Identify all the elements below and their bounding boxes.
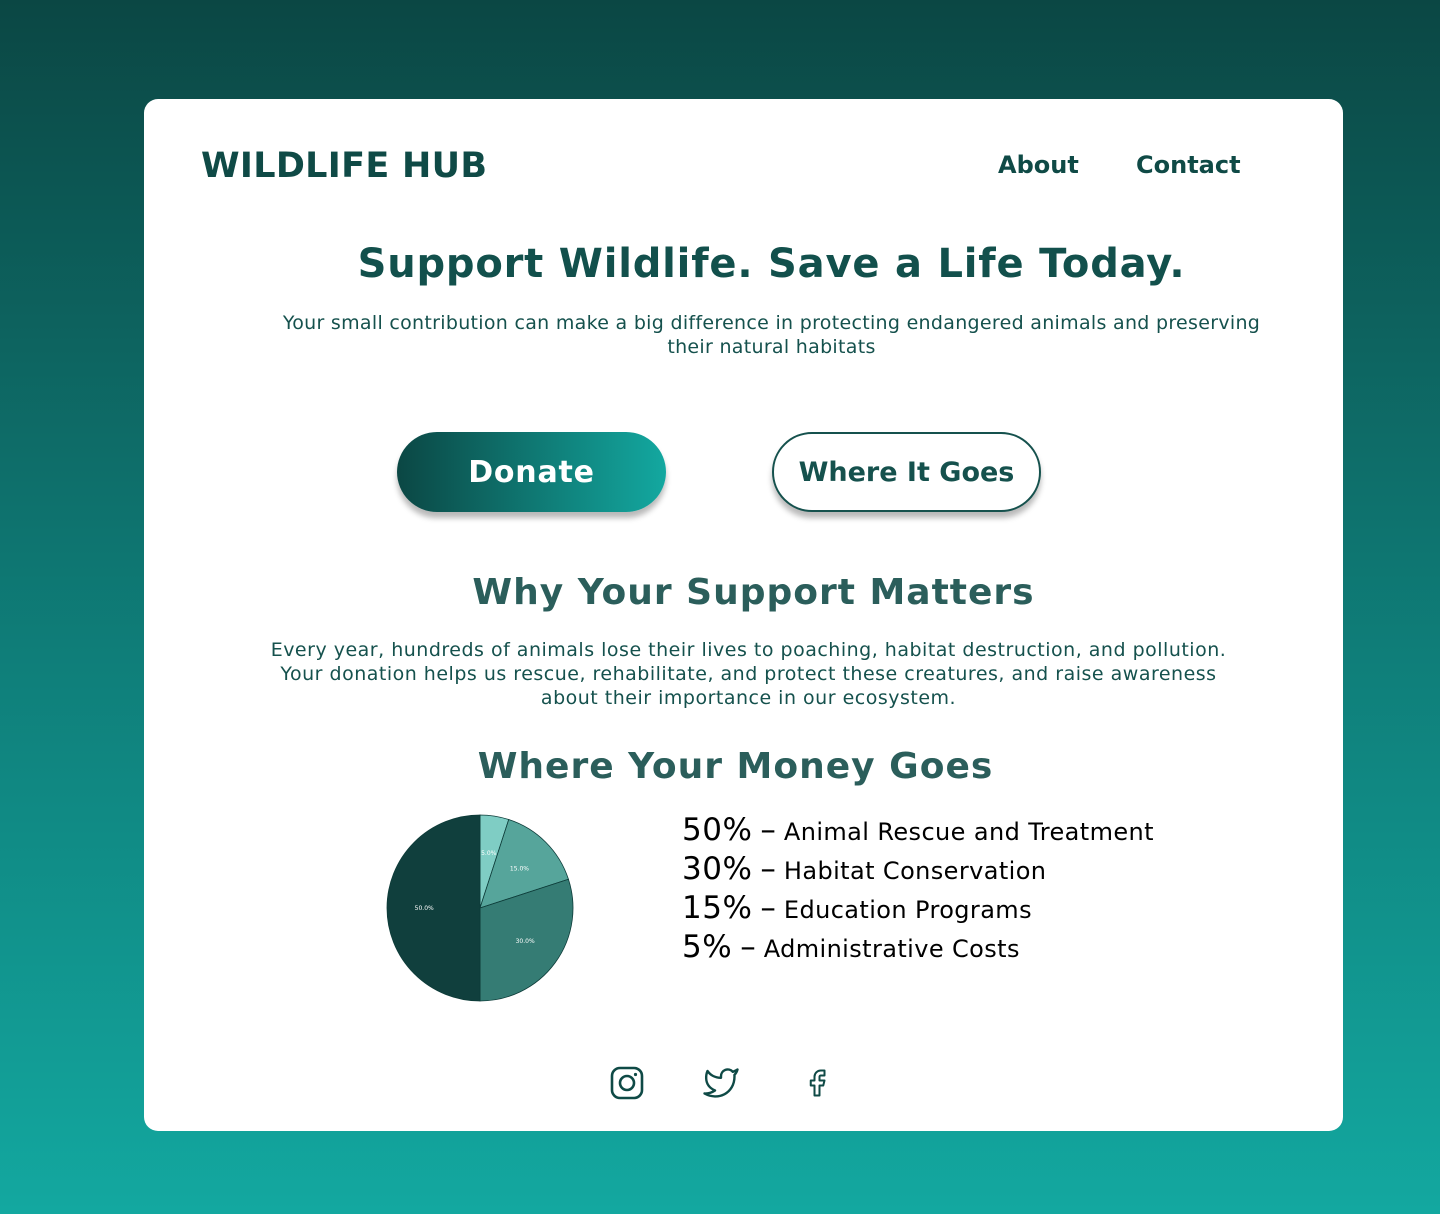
twitter-link[interactable] bbox=[703, 1065, 739, 1101]
nav-contact[interactable]: Contact bbox=[1136, 151, 1241, 179]
legend-dash: – bbox=[760, 890, 776, 926]
donate-button[interactable]: Donate bbox=[397, 432, 666, 512]
legend-item: 30% – Habitat Conservation bbox=[682, 851, 1154, 890]
legend-pct: 15% bbox=[682, 890, 753, 926]
legend-item: 50% – Animal Rescue and Treatment bbox=[682, 812, 1154, 851]
instagram-icon bbox=[610, 1066, 644, 1100]
legend-dash: – bbox=[760, 812, 776, 848]
pie-slice-label: 5.0% bbox=[481, 850, 497, 857]
pie-slice-label: 30.0% bbox=[516, 938, 535, 945]
legend-label: Administrative Costs bbox=[763, 935, 1020, 963]
pie-slice-label: 15.0% bbox=[510, 866, 529, 873]
legend-item: 5% – Administrative Costs bbox=[682, 929, 1154, 968]
main-card: WILDLIFE HUB About Contact Support Wildl… bbox=[144, 99, 1343, 1131]
site-logo[interactable]: WILDLIFE HUB bbox=[201, 146, 487, 186]
instagram-link[interactable] bbox=[609, 1065, 645, 1101]
legend-label: Education Programs bbox=[783, 896, 1032, 924]
twitter-icon bbox=[703, 1068, 739, 1098]
legend-pct: 5% bbox=[682, 929, 733, 965]
allocation-legend: 50% – Animal Rescue and Treatment 30% – … bbox=[682, 812, 1154, 968]
legend-dash: – bbox=[740, 929, 756, 965]
facebook-icon bbox=[809, 1069, 826, 1097]
money-title: Where Your Money Goes bbox=[477, 746, 994, 787]
legend-label: Animal Rescue and Treatment bbox=[783, 818, 1154, 846]
legend-pct: 30% bbox=[682, 851, 753, 887]
why-title: Why Your Support Matters bbox=[472, 572, 1035, 613]
where-it-goes-button[interactable]: Where It Goes bbox=[772, 432, 1041, 512]
pie-slice-label: 50.0% bbox=[415, 905, 434, 912]
facebook-link[interactable] bbox=[802, 1065, 832, 1101]
legend-item: 15% – Education Programs bbox=[682, 890, 1154, 929]
hero-subtitle: Your small contribution can make a big d… bbox=[282, 312, 1261, 358]
why-text: Every year, hundreds of animals lose the… bbox=[270, 639, 1227, 709]
legend-pct: 50% bbox=[682, 812, 753, 848]
allocation-pie-chart: 5.0% 15.0% 30.0% 50.0% bbox=[386, 814, 574, 1002]
legend-label: Habitat Conservation bbox=[783, 857, 1047, 885]
hero-title: Support Wildlife. Save a Life Today. bbox=[357, 241, 1186, 287]
nav-about[interactable]: About bbox=[998, 151, 1079, 179]
legend-dash: – bbox=[760, 851, 776, 887]
